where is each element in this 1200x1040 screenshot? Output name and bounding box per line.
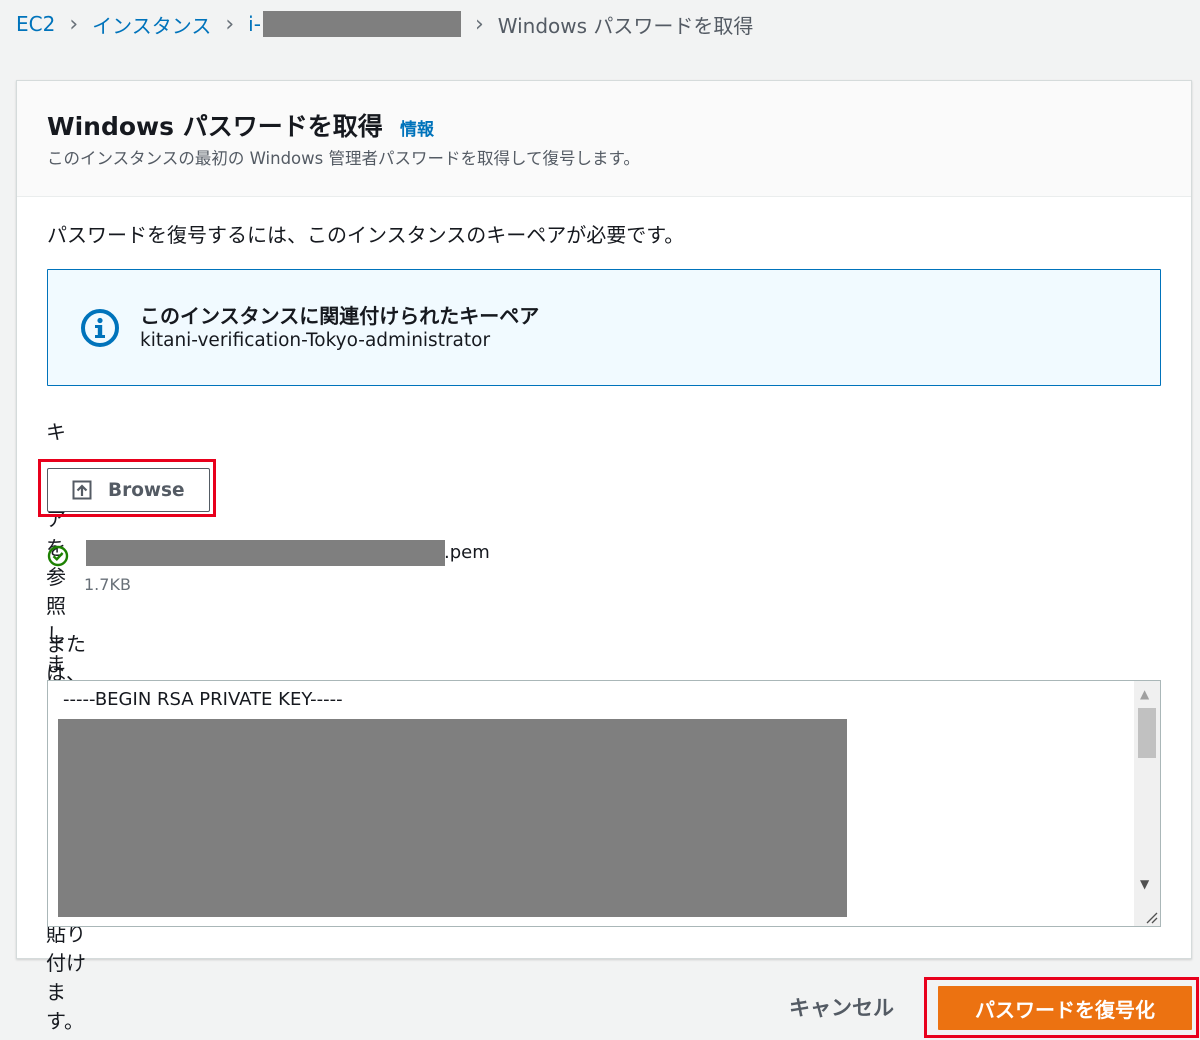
- scrollbar-thumb[interactable]: [1138, 708, 1156, 758]
- page-title: Windows パスワードを取得: [47, 112, 383, 141]
- breadcrumb-current: Windows パスワードを取得: [497, 13, 754, 38]
- breadcrumb-instance-id[interactable]: i-: [248, 12, 261, 36]
- alert-title: このインスタンスに関連付けられたキーペア: [140, 304, 540, 328]
- scroll-down-arrow-icon[interactable]: ▼: [1140, 877, 1149, 891]
- private-key-textarea[interactable]: -----BEGIN RSA PRIVATE KEY----- ▲ ▼: [47, 680, 1161, 927]
- redacted-private-key: [58, 719, 847, 917]
- key-pair-info-alert: このインスタンスに関連付けられたキーペア kitani-verification…: [47, 269, 1161, 386]
- textarea-scrollbar[interactable]: ▲ ▼: [1134, 681, 1160, 926]
- chevron-right-icon: ›: [225, 11, 235, 37]
- breadcrumb-ec2[interactable]: EC2: [16, 12, 55, 36]
- panel-header: Windows パスワードを取得 情報 このインスタンスの最初の Windows…: [17, 81, 1191, 197]
- success-check-icon: [47, 545, 69, 567]
- resize-handle-icon[interactable]: [1144, 910, 1158, 924]
- highlight-browse-box: [38, 459, 216, 517]
- scroll-up-arrow-icon[interactable]: ▲: [1140, 687, 1149, 701]
- key-pair-name: kitani-verification-Tokyo-administrator: [140, 330, 491, 351]
- chevron-right-icon: ›: [474, 11, 484, 37]
- info-icon: [81, 309, 119, 347]
- breadcrumb-instances[interactable]: インスタンス: [92, 10, 211, 39]
- file-size: 1.7KB: [84, 575, 131, 594]
- page-description: このインスタンスの最初の Windows 管理者パスワードを取得して復号します。: [47, 149, 640, 168]
- highlight-decrypt-box: [924, 977, 1199, 1038]
- private-key-first-line: -----BEGIN RSA PRIVATE KEY-----: [63, 689, 343, 710]
- cancel-button[interactable]: キャンセル: [789, 992, 894, 1022]
- file-extension: .pem: [444, 542, 490, 563]
- chevron-right-icon: ›: [69, 11, 79, 37]
- info-link[interactable]: 情報: [400, 115, 434, 140]
- redacted-file-name: [86, 540, 445, 566]
- intro-text: パスワードを復号するには、このインスタンスのキーペアが必要です。: [47, 223, 685, 247]
- redacted-instance-id: [262, 11, 461, 37]
- breadcrumb: EC2 › インスタンス › i- › Windows パスワードを取得: [16, 10, 753, 38]
